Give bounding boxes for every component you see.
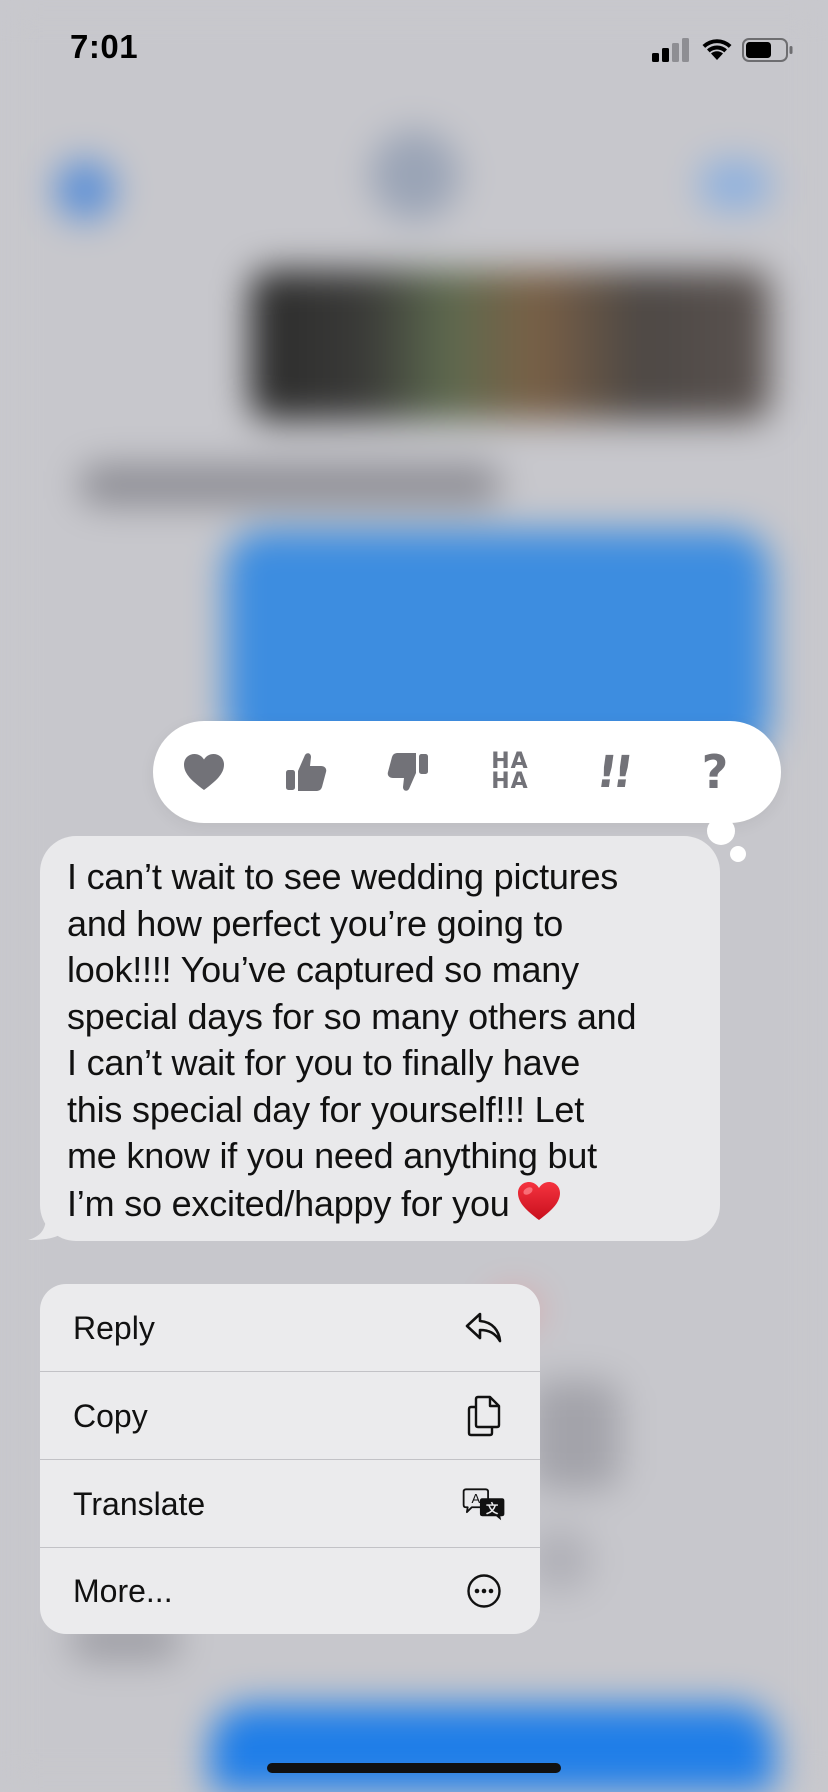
- caption-blurred: [80, 465, 500, 505]
- battery-icon: [742, 38, 793, 62]
- received-message-bubble[interactable]: I can’t wait to see wedding pictures and…: [40, 836, 720, 1241]
- menu-item-label: Copy: [73, 1397, 148, 1434]
- menu-item-label: Translate: [73, 1485, 206, 1522]
- menu-item-label: More...: [73, 1572, 173, 1609]
- tapback-tail: [707, 817, 735, 845]
- menu-item-label: Reply: [73, 1309, 155, 1346]
- question-mark-icon: ?: [701, 745, 729, 799]
- double-exclamation-icon: !!: [593, 746, 633, 798]
- home-indicator[interactable]: [267, 1763, 561, 1773]
- svg-text:文: 文: [486, 1501, 499, 1516]
- tapback-heart[interactable]: [154, 721, 254, 823]
- reply-arrow-icon: [462, 1306, 506, 1350]
- wifi-icon: [702, 39, 732, 60]
- status-time: 7:01: [70, 28, 139, 65]
- content-blurred: [530, 1380, 620, 1490]
- menu-item-more[interactable]: More...: [40, 1548, 540, 1634]
- menu-item-reply[interactable]: Reply: [40, 1284, 540, 1372]
- photo-message-blurred: [250, 270, 770, 420]
- tapback-reaction-bar: HA HA !! ?: [153, 721, 781, 823]
- heart-icon: [184, 754, 224, 790]
- haha-icon: HA HA: [491, 749, 529, 794]
- facetime-button-blurred: [700, 160, 770, 210]
- status-bar: 7:01: [0, 0, 828, 100]
- tapback-question[interactable]: ?: [665, 721, 765, 823]
- copy-icon: [462, 1394, 506, 1438]
- svg-text:A: A: [472, 1491, 481, 1506]
- message-context-menu: Reply Copy Translate A 文 More...: [40, 1284, 540, 1634]
- message-text: I can’t wait to see wedding pictures and…: [67, 854, 700, 1227]
- tapback-thumbs-down[interactable]: [358, 721, 458, 823]
- contact-avatar-blurred: [370, 130, 460, 220]
- tapback-tail: [730, 846, 746, 862]
- tapback-thumbs-up[interactable]: [256, 721, 356, 823]
- menu-item-translate[interactable]: Translate A 文: [40, 1460, 540, 1548]
- more-ellipsis-icon: [462, 1569, 506, 1613]
- translate-icon: A 文: [462, 1482, 506, 1526]
- tapback-haha[interactable]: HA HA: [460, 721, 560, 823]
- red-heart-emoji: [517, 1181, 560, 1220]
- back-button-blurred: [55, 160, 115, 220]
- tapback-exclamation[interactable]: !!: [563, 721, 663, 823]
- sent-bubble-blurred: [210, 1705, 775, 1792]
- message-body: I can’t wait to see wedding pictures and…: [67, 856, 637, 1224]
- thumbs-up-icon: [286, 753, 327, 791]
- cellular-signal-icon: [652, 38, 689, 62]
- thumbs-down-icon: [387, 753, 428, 791]
- menu-item-copy[interactable]: Copy: [40, 1372, 540, 1460]
